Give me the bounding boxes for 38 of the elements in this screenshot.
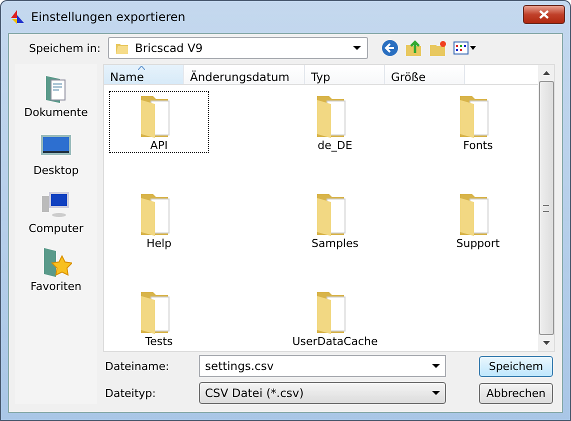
caret-icon (353, 46, 361, 50)
window-title: Einstellungen exportieren (31, 10, 186, 24)
scroll-up-icon[interactable] (542, 71, 550, 75)
scrollbar[interactable] (538, 65, 554, 351)
caret-icon (432, 364, 440, 368)
folder-icon (115, 41, 129, 55)
view-menu-icon[interactable] (453, 40, 477, 56)
file-name-label: Dateiname: (105, 360, 170, 372)
save-button[interactable]: Speichem (479, 356, 553, 376)
folder-item[interactable]: Fonts (428, 91, 528, 153)
column-header[interactable]: Größe (385, 65, 465, 84)
column-header[interactable]: Typ (305, 65, 385, 84)
scroll-down-icon[interactable] (542, 341, 550, 345)
app-logo-icon (9, 9, 25, 25)
file-type-dropdown[interactable]: CSV Datei (*.csv) (199, 382, 446, 404)
folder-item[interactable]: de_DE (285, 91, 385, 153)
close-button[interactable] (523, 4, 565, 24)
folder-item[interactable]: UserDataCache (285, 287, 385, 349)
places-item[interactable]: Desktop (33, 130, 79, 177)
new-folder-icon[interactable] (429, 39, 447, 57)
folder-item[interactable]: API (109, 91, 209, 153)
save-in-dropdown[interactable]: Bricscad V9 (108, 37, 368, 59)
folder-item[interactable]: Help (109, 189, 209, 251)
places-item[interactable]: Dokumente (24, 72, 88, 119)
save-in-label: Speichem in: (29, 42, 102, 54)
places-item[interactable]: Computer (28, 188, 84, 235)
file-name-field[interactable]: settings.csv (199, 355, 446, 377)
column-header[interactable]: Änderungsdatum (184, 65, 305, 84)
column-header[interactable]: Name (104, 65, 184, 84)
folder-item[interactable]: Samples (285, 189, 385, 251)
caret-icon (432, 391, 440, 395)
close-icon (539, 10, 549, 18)
folder-up-icon[interactable] (405, 39, 423, 57)
folder-item[interactable]: Support (428, 189, 528, 251)
folder-item[interactable]: Tests (109, 287, 209, 349)
places-item[interactable]: Favoriten (30, 246, 82, 293)
cancel-button[interactable]: Abbrechen (479, 382, 553, 404)
file-type-label: Dateityp: (105, 386, 157, 400)
